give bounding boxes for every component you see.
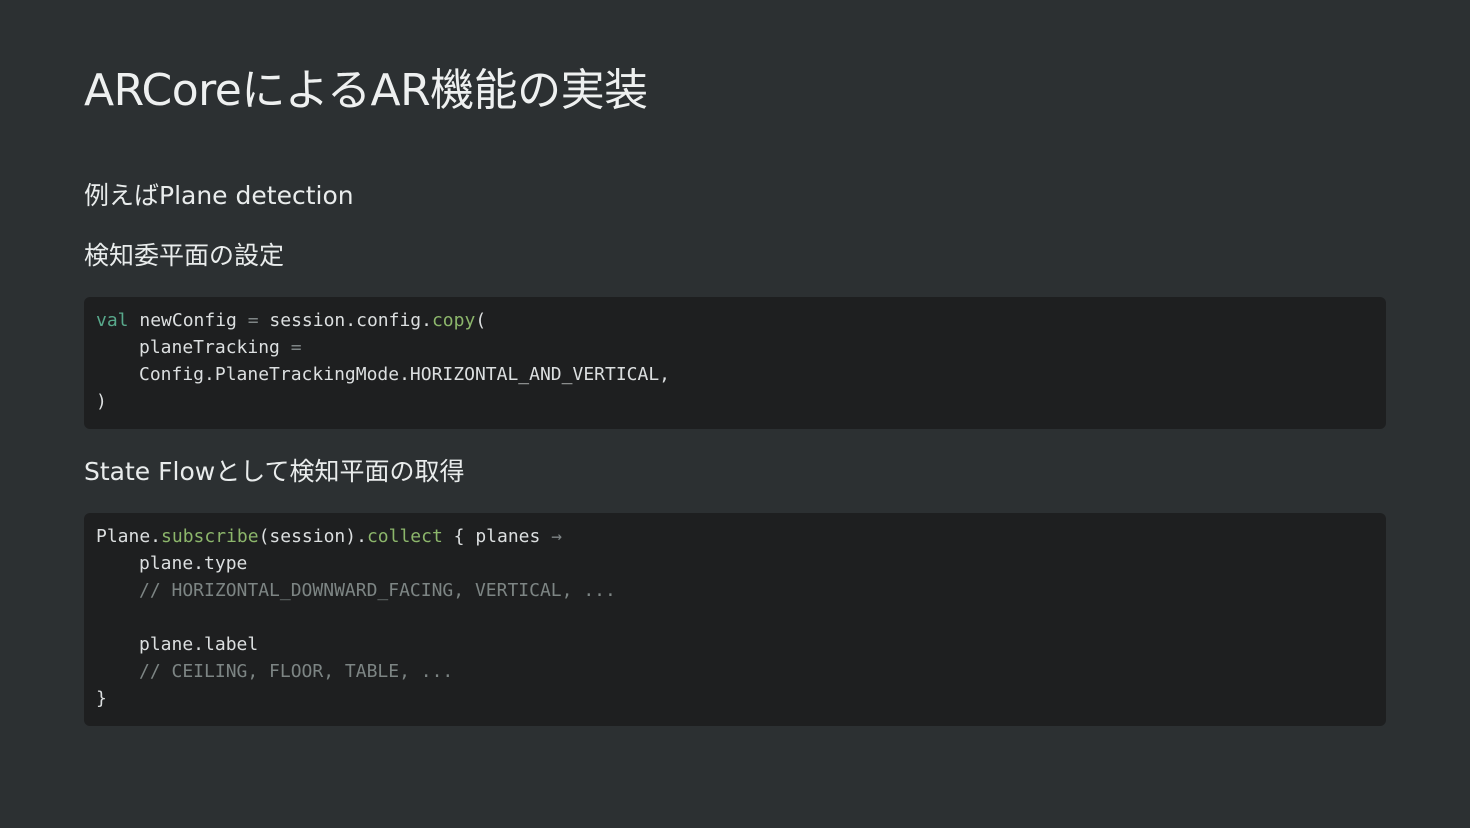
code-line: // CEILING, FLOOR, TABLE, ... (96, 658, 1374, 685)
code-line: // HORIZONTAL_DOWNWARD_FACING, VERTICAL,… (96, 577, 1374, 604)
code-token: } (96, 688, 107, 709)
code-line: plane.type (96, 550, 1374, 577)
code-token: plane.type (139, 553, 248, 574)
code-line: val newConfig = session.config.copy( (96, 307, 1374, 334)
code-line: plane.label (96, 631, 1374, 658)
slide-title: ARCoreによるAR機能の実装 (84, 65, 648, 116)
code-token: session.config. (258, 310, 432, 331)
code-line: Plane.subscribe(session).collect { plane… (96, 523, 1374, 550)
operator-token: = (247, 310, 259, 331)
code-token: Plane. (96, 526, 162, 547)
code-token: (session). (258, 526, 367, 547)
code-line: } (96, 685, 1374, 712)
function-token: copy (431, 310, 476, 331)
function-token: collect (366, 526, 443, 547)
comment-token: // HORIZONTAL_DOWNWARD_FACING, VERTICAL,… (139, 580, 616, 601)
code-line: Config.PlaneTrackingMode.HORIZONTAL_AND_… (96, 361, 1374, 388)
function-token: subscribe (161, 526, 259, 547)
code-line: planeTracking = (96, 334, 1374, 361)
config-heading: 検知委平面の設定 (84, 241, 285, 270)
code-token: planeTracking (139, 337, 291, 358)
config-code-block: val newConfig = session.config.copy( pla… (84, 297, 1386, 429)
operator-token: = (290, 337, 302, 358)
code-token: { planes (442, 526, 552, 547)
code-token: Config.PlaneTrackingMode.HORIZONTAL_AND_… (139, 364, 671, 385)
code-token: newConfig (128, 310, 248, 331)
flow-code-block: Plane.subscribe(session).collect { plane… (84, 513, 1386, 726)
comment-token: // CEILING, FLOOR, TABLE, ... (139, 661, 454, 682)
code-line: ) (96, 388, 1374, 415)
code-token: ) (96, 391, 107, 412)
code-token: ( (475, 310, 487, 331)
flow-heading: State Flowとして検知平面の取得 (84, 457, 465, 486)
example-heading: 例えばPlane detection (84, 181, 354, 210)
keyword-token: val (96, 310, 129, 331)
arrow-token: → (551, 526, 563, 547)
code-token: plane.label (139, 634, 259, 655)
